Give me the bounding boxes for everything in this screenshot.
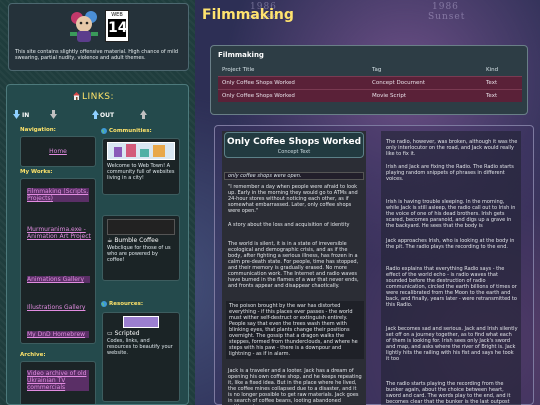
page-title: Filmmaking xyxy=(202,7,294,23)
nav-link-home[interactable]: Home xyxy=(21,148,95,155)
navigation-box: Home xyxy=(20,136,96,167)
archive-box: Video archive of old Ukrainian TV commer… xyxy=(20,361,96,404)
links-title: LINKS: xyxy=(82,92,115,102)
communities-heading: Communities: xyxy=(109,128,152,134)
table-cell[interactable]: Only Coffee Shops Worked xyxy=(218,88,368,102)
webtown-banner-image xyxy=(107,142,175,160)
table-title: Filmmaking xyxy=(218,51,264,59)
table-row[interactable]: Only Coffee Shops Worked Concept Documen… xyxy=(218,75,522,89)
bumble-coffee-name: Bumble Coffee xyxy=(114,237,159,244)
sidebar: WEB 14 This site contains slightly offen… xyxy=(0,0,195,405)
story-paragraph: The world is silent, it is in a state of… xyxy=(228,241,359,289)
scripted-name: Scripted xyxy=(114,330,140,337)
banner-year-right: 1986 xyxy=(432,2,459,12)
in-label: IN xyxy=(22,112,30,119)
table-header-row: Project Title Tag Kind xyxy=(218,64,522,76)
arrow-up-icon xyxy=(140,110,147,119)
webtown-description: Welcome to Web Town! A community full of… xyxy=(107,163,175,181)
my-works-heading: My Works: xyxy=(20,169,53,175)
table-row[interactable]: Only Coffee Shops Worked Movie Script Te… xyxy=(218,88,522,102)
navigation-heading: Navigation: xyxy=(20,127,56,133)
banner-caption-right: Sunset xyxy=(428,12,466,22)
story-paragraph: Irish and Jack are fixing the Radio. The… xyxy=(386,164,514,182)
story-paragraph: A story about the loss and acquisition o… xyxy=(228,222,350,228)
story-title: Only Coffee Shops Worked xyxy=(226,137,362,147)
story-paragraph: Jack approaches Irish, who is looking at… xyxy=(386,238,515,250)
coffee-banner-image xyxy=(107,219,175,235)
site-header-panel: WEB 14 This site contains slightly offen… xyxy=(8,3,189,71)
out-label: OUT xyxy=(100,112,115,119)
story-paragraph: Jack becomes sad and serious. Jack and I… xyxy=(386,326,518,362)
story-paragraph: The poison brought by the war has distor… xyxy=(226,301,364,359)
web-badge-label: WEB xyxy=(111,12,123,18)
story-paragraph: The radio, however, was broken, although… xyxy=(386,139,518,157)
house-icon xyxy=(73,92,80,100)
arrow-down-icon xyxy=(50,110,57,119)
table-cell: Text xyxy=(482,75,522,89)
table-cell[interactable]: Only Coffee Shops Worked xyxy=(218,75,368,89)
my-works-box: Filmmaking (Scripts, Projects) Murmurani… xyxy=(20,178,96,344)
story-header: Only Coffee Shops Worked Concept Text xyxy=(224,132,364,158)
story-paragraph: Radio explains that everything Radio say… xyxy=(386,266,517,308)
coffee-icon: ☕ xyxy=(107,237,113,244)
nav-link-filmmaking[interactable]: Filmmaking (Scripts, Projects) xyxy=(27,188,89,202)
table-cell: Text xyxy=(482,88,522,102)
filmmaking-table-panel: Filmmaking Project Title Tag Kind Only C… xyxy=(210,45,528,115)
nav-link-murmuranima[interactable]: Murmuranima.exe - Animation Art Project xyxy=(27,226,93,240)
community-card-bumble-coffee[interactable]: ☕ Bumble Coffee Webclique for those of u… xyxy=(102,215,180,281)
links-panel: LINKS: IN OUT Navigation: Home My Works:… xyxy=(6,84,189,405)
resources-heading: Resources: xyxy=(109,301,144,307)
nav-link-tv-archive[interactable]: Video archive of old Ukrainian TV commer… xyxy=(27,370,89,391)
community-card-webtown[interactable]: Welcome to Web Town! A community full of… xyxy=(102,138,180,195)
globe-icon xyxy=(101,128,107,134)
web-badge[interactable]: WEB 14 xyxy=(105,10,129,42)
resource-card-scripted[interactable]: ▭ Scripted Codes, links, and resources t… xyxy=(102,312,180,402)
story-paragraph: The radio starts playing the recording f… xyxy=(386,381,511,405)
story-paragraph: "I remember a day when people were afrai… xyxy=(228,184,358,214)
story-subtitle: Concept Text xyxy=(277,149,311,155)
archive-heading: Archive: xyxy=(20,352,46,358)
arrow-down-icon xyxy=(13,110,20,119)
column-header: Kind xyxy=(486,66,499,73)
filmmaking-table: Project Title Tag Kind Only Coffee Shops… xyxy=(218,64,522,102)
nav-link-dnd-homebrew[interactable]: My DnD Homebrew xyxy=(27,331,89,338)
table-cell: Movie Script xyxy=(368,88,482,102)
story-paragraph: Irish is having trouble sleeping. In the… xyxy=(386,199,516,229)
arrow-up-icon xyxy=(92,110,99,119)
globe-icon xyxy=(101,301,107,307)
column-header: Project Title xyxy=(222,66,255,73)
story-open-note: only coffee shops were open. xyxy=(224,172,364,180)
column-header: Tag xyxy=(372,66,382,73)
scripted-banner-image xyxy=(123,316,159,328)
content-warning: This site contains slightly offensive ma… xyxy=(15,49,179,61)
story-paragraph: Jack is a traveler and a looter. Jack ha… xyxy=(228,368,362,405)
mascot-character-icon xyxy=(70,11,98,42)
bumble-coffee-description: Webclique for those of us who are powere… xyxy=(107,245,171,263)
nav-link-illustrations-gallery[interactable]: Illustrations Gallery xyxy=(27,304,92,311)
nav-link-animations-gallery[interactable]: Animations Gallery xyxy=(27,276,90,283)
scroll-icon: ▭ xyxy=(107,330,113,337)
web-badge-number: 14 xyxy=(108,19,128,37)
scripted-description: Codes, links, and resources to beautify … xyxy=(107,338,173,356)
table-cell: Concept Document xyxy=(368,75,482,89)
